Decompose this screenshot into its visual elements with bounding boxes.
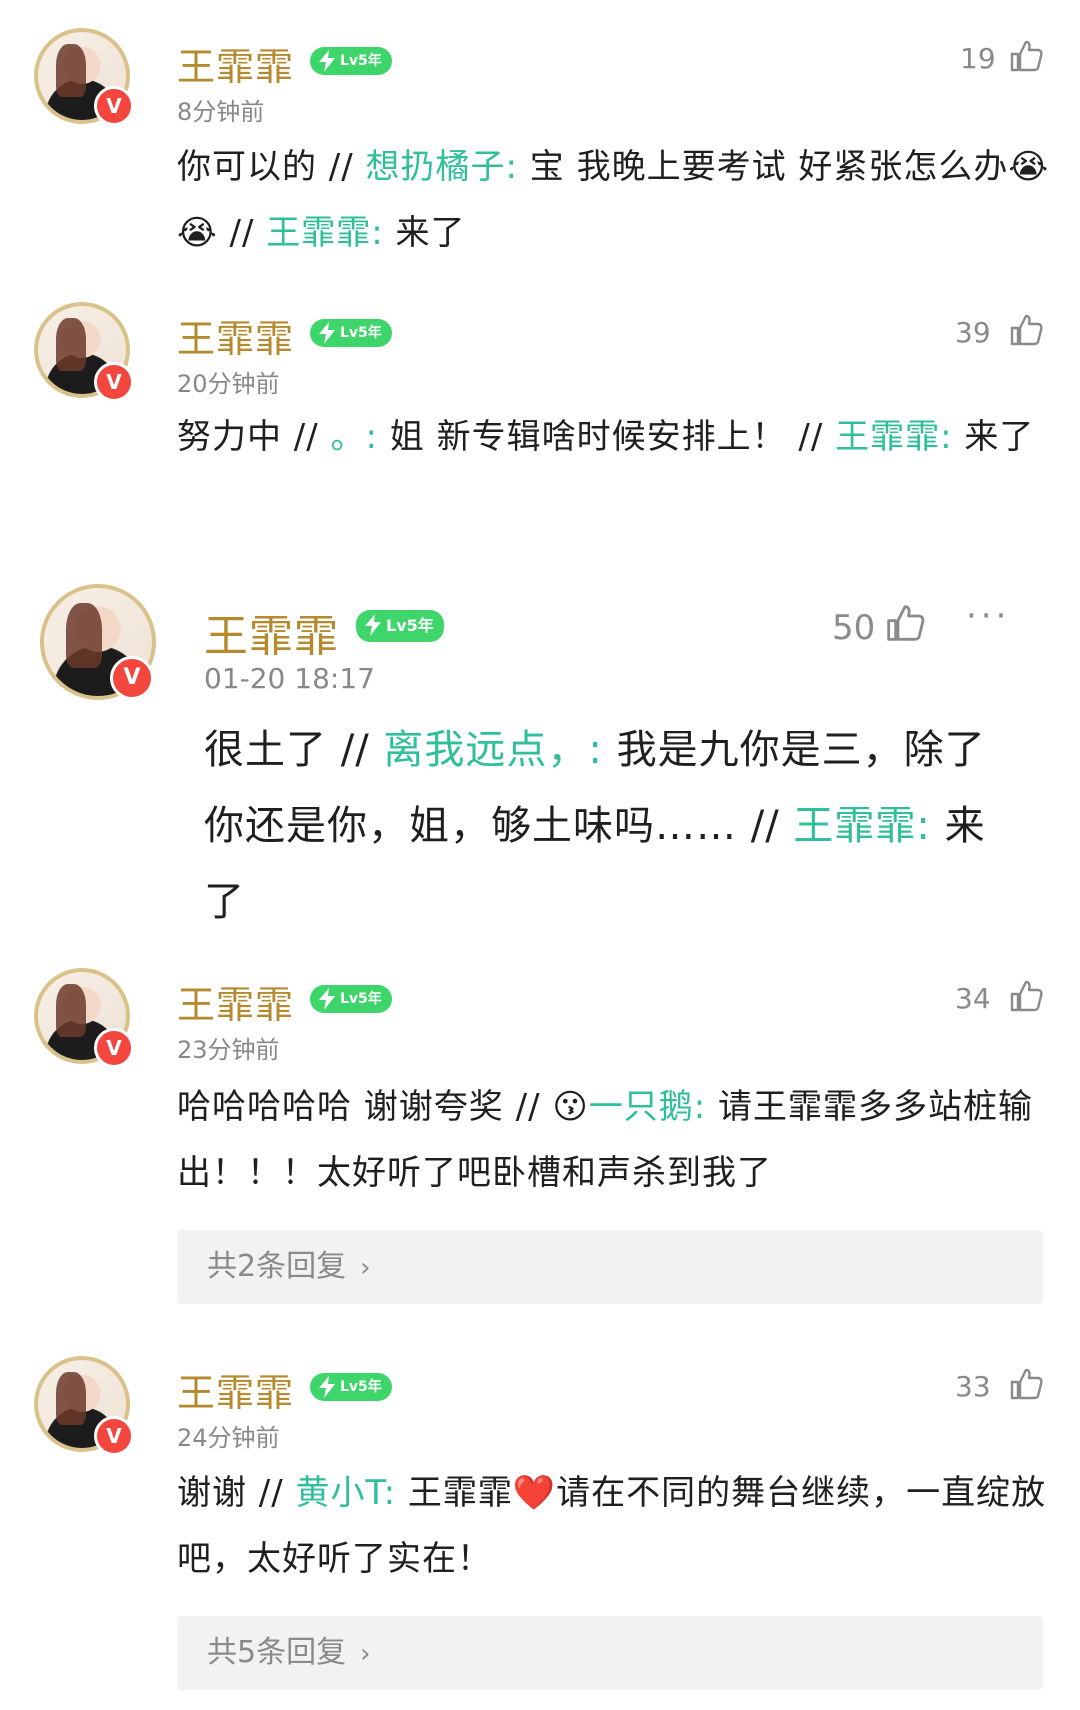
level-badge: Lv5年 — [356, 610, 444, 642]
level-badge: Lv5年 — [310, 319, 392, 347]
timestamp: 8分钟前 — [177, 98, 265, 126]
lightning-icon — [319, 1376, 335, 1398]
comment-text: 哈哈哈哈哈 谢谢夸奖 // 😗一只鹅: 请王霏霏多多站桩输出！！！太好听了吧卧槽… — [177, 1087, 1034, 1193]
level-badge: Lv5年 — [310, 47, 392, 75]
user-name[interactable]: 王霏霏 — [177, 308, 294, 363]
mention-link[interactable]: 王霏霏: — [793, 803, 930, 849]
like-count: 39 — [955, 316, 991, 349]
chevron-right-icon: › — [360, 1639, 371, 1669]
level-badge: Lv5年 — [310, 1373, 392, 1401]
mention-link[interactable]: 。: — [331, 417, 378, 457]
mention-link[interactable]: 王霏霏: — [835, 417, 952, 457]
mention-link[interactable]: 黄小T: — [296, 1473, 397, 1513]
like-count: 19 — [960, 42, 996, 75]
verified-v-icon: V — [94, 86, 134, 126]
mention-link[interactable]: 一只鹅: — [589, 1087, 706, 1127]
mention-link[interactable]: 王霏霏: — [266, 213, 383, 253]
lightning-icon — [319, 322, 335, 344]
user-name[interactable]: 王霏霏 — [204, 600, 339, 664]
timestamp: 01-20 18:17 — [204, 662, 375, 695]
view-replies-button[interactable]: 共2条回复 › — [177, 1230, 1043, 1304]
timestamp: 24分钟前 — [177, 1424, 280, 1452]
lightning-icon — [319, 50, 335, 72]
thumbs-up-icon[interactable] — [884, 602, 926, 644]
level-badge: Lv5年 — [310, 985, 392, 1013]
verified-v-icon: V — [94, 1028, 134, 1068]
user-name[interactable]: 王霏霏 — [177, 36, 294, 91]
chevron-right-icon: › — [360, 1253, 371, 1283]
mention-link[interactable]: 想扔橘子: — [366, 147, 518, 187]
like-count: 50 — [832, 608, 876, 648]
lightning-icon — [319, 988, 335, 1010]
comment-text: 你可以的 // 想扔橘子: 宝 我晚上要考试 好紧张怎么办😭😭 // 王霏霏: … — [177, 147, 1050, 253]
user-name[interactable]: 王霏霏 — [177, 974, 294, 1029]
verified-v-icon: V — [94, 362, 134, 402]
mention-link[interactable]: 离我远点，: — [383, 727, 602, 773]
timestamp: 20分钟前 — [177, 370, 280, 398]
thumbs-up-icon[interactable] — [1008, 312, 1044, 348]
like-count: 33 — [955, 1370, 991, 1403]
comment-text: 谢谢 // 黄小T: 王霏霏❤️请在不同的舞台继续，一直绽放吧，太好听了实在！ — [177, 1473, 1047, 1579]
more-icon[interactable]: ··· — [966, 596, 1010, 636]
verified-v-icon: V — [94, 1416, 134, 1456]
thumbs-up-icon[interactable] — [1008, 978, 1044, 1014]
thumbs-up-icon[interactable] — [1008, 1366, 1044, 1402]
comment-text: 努力中 // 。: 姐 新专辑啥时候安排上！ // 王霏霏: 来了 — [177, 417, 1035, 457]
thumbs-up-icon[interactable] — [1008, 38, 1044, 74]
verified-v-icon: V — [110, 656, 154, 700]
timestamp: 23分钟前 — [177, 1036, 280, 1064]
user-name[interactable]: 王霏霏 — [177, 1362, 294, 1417]
like-count: 34 — [955, 982, 991, 1015]
lightning-icon — [365, 614, 381, 636]
comment-text: 很土了 // 离我远点，: 我是九你是三，除了你还是你，姐，够土味吗…… // … — [204, 727, 986, 925]
view-replies-button[interactable]: 共5条回复 › — [177, 1616, 1043, 1690]
